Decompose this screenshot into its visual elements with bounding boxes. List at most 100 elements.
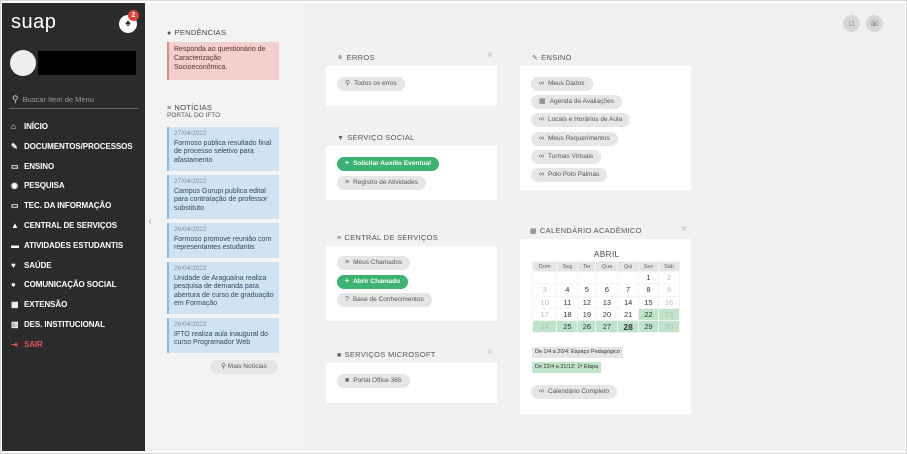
link-icon: ∞ xyxy=(539,388,544,395)
sidebar-item-pesquisa[interactable]: ◉ PESQUISA xyxy=(2,176,145,196)
calendar-day[interactable]: 8 xyxy=(637,283,660,297)
my-tickets-button[interactable]: ≡ Meus Chamados xyxy=(337,256,411,270)
collapse-sidebar-icon[interactable]: ‹ xyxy=(145,216,155,232)
news-item[interactable]: 26/04/2022 Unidade de Araguaína realiza … xyxy=(167,262,279,314)
pending-heading: ● PENDÊNCIAS xyxy=(167,28,226,37)
document-icon[interactable]: □ xyxy=(843,15,860,32)
virtual-classes-button[interactable]: ∞ Turmas Virtuais xyxy=(531,150,602,164)
user-name-redacted[interactable] xyxy=(38,51,136,75)
calendar-day[interactable]: 7 xyxy=(617,283,639,297)
evaluation-schedule-label: Agenda de Avaliações xyxy=(549,98,614,105)
avatar[interactable] xyxy=(10,50,36,76)
calendar-day[interactable]: 21 xyxy=(617,307,639,322)
pending-card[interactable]: Responda ao questionário de Caracterizaç… xyxy=(167,42,279,80)
calendar-day[interactable]: 29 xyxy=(637,320,660,334)
brand-logo[interactable]: suap xyxy=(11,11,56,34)
calendar-day xyxy=(595,270,619,285)
documents-icon: ✎ xyxy=(11,141,18,151)
activity-log-button[interactable]: ≡ Registro de Atividades xyxy=(337,176,426,190)
sidebar-item-atividades-estudantis[interactable]: ▬ ATIVIDADES ESTUDANTIS xyxy=(2,236,145,256)
calendar-day[interactable]: 26 xyxy=(577,320,597,334)
calendar-day[interactable]: 27 xyxy=(595,320,619,334)
sidebar-item-label: TEC. DA INFORMAÇÃO xyxy=(24,201,112,211)
calendar-day[interactable]: 4 xyxy=(556,283,579,297)
my-requests-button[interactable]: ∞ Meus Requerimentos xyxy=(531,132,618,146)
sidebar-item-tec-da-informa-o[interactable]: ▭ TEC. DA INFORMAÇÃO xyxy=(2,196,145,216)
calendar-day[interactable]: 16 xyxy=(658,295,680,309)
calendar-day[interactable]: 28 xyxy=(617,320,639,334)
calendar-weekday: Ter xyxy=(577,261,597,272)
sidebar-item-ensino[interactable]: ▭ ENSINO xyxy=(2,157,145,177)
calendar-day[interactable]: 20 xyxy=(595,307,619,322)
calendar-day[interactable]: 11 xyxy=(556,295,579,309)
servico-social-panel xyxy=(326,146,497,200)
virtual-classes-label: Turmas Virtuais xyxy=(548,153,594,160)
notification-badge[interactable]: 2 xyxy=(128,10,139,21)
close-icon[interactable]: ✕ xyxy=(680,224,688,235)
calendar-day[interactable]: 17 xyxy=(531,307,558,322)
sidebar-item-in-cio[interactable]: ⌂ INÍCIO xyxy=(2,117,145,137)
monitor-icon: ▭ xyxy=(11,201,19,211)
open-ticket-button[interactable]: + Abrir Chamado xyxy=(337,275,409,289)
ensino-panel-title: ✎ ENSINO xyxy=(532,53,572,62)
calendar-day[interactable]: 10 xyxy=(531,295,558,309)
calendar-day[interactable]: 2 xyxy=(658,270,680,285)
polo-palmas-button[interactable]: ∞ Polo Polo Palmas xyxy=(531,168,608,182)
calendar-day[interactable]: 15 xyxy=(637,295,660,309)
sidebar-item-central-de-servi-os[interactable]: ▲ CENTRAL DE SERVIÇOS xyxy=(2,216,145,236)
news-heading: ≡ NOTÍCIAS xyxy=(167,103,212,112)
plus-icon: + xyxy=(345,278,350,285)
menu-search-input[interactable]: ⚲ Buscar Item de Menu xyxy=(9,89,138,109)
calendar-day[interactable]: 13 xyxy=(595,295,619,309)
calendar-day[interactable]: 22 xyxy=(637,307,660,322)
phone-icon[interactable]: ☏ xyxy=(866,15,883,32)
more-news-button[interactable]: ⚲ Mais Notícias xyxy=(210,360,278,374)
globe-icon: ◉ xyxy=(11,181,18,191)
calendar-day[interactable]: 3 xyxy=(531,283,558,297)
sidebar-item-extens-o[interactable]: ▦ EXTENSÃO xyxy=(2,295,145,315)
news-item[interactable]: 27/04/2022 Campus Gurupi publica edital … xyxy=(167,175,279,219)
office-365-label: Portal Office 365 xyxy=(353,377,402,384)
class-locations-button[interactable]: ∞ Locais e Horários de Aula xyxy=(531,113,631,127)
news-date: 26/04/2022 xyxy=(174,265,207,272)
close-icon[interactable]: ✕ xyxy=(486,50,494,61)
sidebar-item-sair[interactable]: ⇥ SAIR xyxy=(2,335,145,355)
calendar-day[interactable]: 5 xyxy=(577,283,597,297)
calendar-day[interactable]: 1 xyxy=(637,270,660,285)
sidebar-item-documentos-processos[interactable]: ✎ DOCUMENTOS/PROCESSOS xyxy=(2,137,145,157)
news-item[interactable]: 27/04/2022 Formoso publica resultado fin… xyxy=(167,127,279,171)
calendar-day[interactable]: 6 xyxy=(595,283,619,297)
full-calendar-button[interactable]: ∞ Calendário Completo xyxy=(531,385,618,399)
erros-title: ERROS xyxy=(346,53,375,62)
sidebar-item-des-institucional[interactable]: ▥ DES. INSTITUCIONAL xyxy=(2,315,145,335)
sidebar-item-sa-de[interactable]: ♥ SAÚDE xyxy=(2,256,145,276)
servico-social-panel-title: ▼ SERVIÇO SOCIAL xyxy=(337,133,415,142)
calendar-day[interactable]: 24 xyxy=(531,320,558,334)
all-errors-button[interactable]: ⚲ Todos os erros xyxy=(337,77,405,91)
evaluation-schedule-button[interactable]: ▦ Agenda de Avaliações xyxy=(531,95,622,109)
sidebar-item-comunica-o-social[interactable]: ● COMUNICAÇÃO SOCIAL xyxy=(2,275,145,295)
calendar-day[interactable]: 9 xyxy=(658,283,680,297)
sidebar-item-label: INÍCIO xyxy=(24,122,48,131)
calendar-day[interactable]: 18 xyxy=(556,307,579,322)
request-aid-button[interactable]: + Solicitar Auxílio Eventual xyxy=(337,157,439,171)
close-icon[interactable]: ✕ xyxy=(486,347,494,358)
sidebar-item-label: SAÚDE xyxy=(24,260,52,270)
calendar-day[interactable]: 25 xyxy=(556,320,579,334)
sidebar-item-label: EXTENSÃO xyxy=(24,300,68,310)
news-item[interactable]: 26/04/2022 Formoso promove reunião com r… xyxy=(167,223,279,258)
my-data-button[interactable]: ∞ Meus Dados xyxy=(531,77,593,91)
knowledge-base-button[interactable]: ? Base de Conhecimentos xyxy=(337,293,432,307)
my-data-label: Meus Dados xyxy=(548,80,585,87)
pending-title: PENDÊNCIAS xyxy=(174,28,227,37)
news-item[interactable]: 26/04/2022 IFTO realiza aula inaugural d… xyxy=(167,318,279,353)
news-text: Formoso publica resultado final de proce… xyxy=(174,139,272,164)
calendar-day[interactable]: 19 xyxy=(577,307,597,322)
microsoft-title: SERVIÇOS MICROSOFT xyxy=(344,350,436,359)
office-365-button[interactable]: ■ Portal Office 365 xyxy=(337,374,410,388)
calendar-day[interactable]: 12 xyxy=(577,295,597,309)
calendar-day[interactable]: 30 xyxy=(658,320,680,334)
link-icon: ∞ xyxy=(539,135,544,142)
calendar-day[interactable]: 14 xyxy=(617,295,639,309)
calendar-day[interactable]: 23 xyxy=(658,307,680,322)
